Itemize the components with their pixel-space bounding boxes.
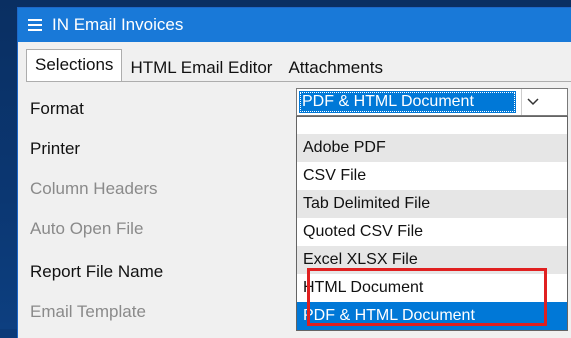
option-quoted-csv-file[interactable]: Quoted CSV File	[297, 218, 567, 246]
tab-selections[interactable]: Selections	[26, 49, 123, 82]
option-tab-delimited-file[interactable]: Tab Delimited File	[297, 190, 567, 218]
option-csv-file[interactable]: CSV File	[297, 162, 567, 190]
option-pdf-html-document[interactable]: PDF & HTML Document	[297, 302, 567, 330]
hamburger-menu-icon[interactable]	[28, 19, 42, 31]
desktop-background-top	[0, 0, 571, 8]
tab-html-email-editor[interactable]: HTML Email Editor	[122, 54, 280, 82]
format-combobox[interactable]: PDF & HTML Document	[296, 88, 568, 116]
auto-open-file-label: Auto Open File	[30, 219, 144, 238]
desktop-background-left	[0, 0, 18, 329]
window-title: IN Email Invoices	[52, 15, 184, 34]
option-adobe-pdf[interactable]: Adobe PDF	[297, 134, 567, 162]
title-bar[interactable]: IN Email Invoices	[18, 8, 571, 42]
printer-label: Printer	[30, 139, 81, 158]
format-label: Format	[30, 99, 84, 118]
tab-attachments[interactable]: Attachments	[280, 54, 391, 82]
email-template-label: Email Template	[30, 302, 146, 321]
report-file-name-label: Report File Name	[30, 262, 164, 281]
format-dropdown-list: Adobe PDF CSV File Tab Delimited File Qu…	[296, 116, 568, 331]
chevron-down-icon[interactable]	[521, 89, 544, 115]
column-headers-label: Column Headers	[30, 179, 158, 198]
format-selected-value[interactable]: PDF & HTML Document	[299, 91, 516, 113]
option-excel-xlsx-file[interactable]: Excel XLSX File	[297, 246, 567, 274]
option-html-document[interactable]: HTML Document	[297, 274, 567, 302]
tab-strip: Selections HTML Email Editor Attachments	[26, 48, 571, 82]
